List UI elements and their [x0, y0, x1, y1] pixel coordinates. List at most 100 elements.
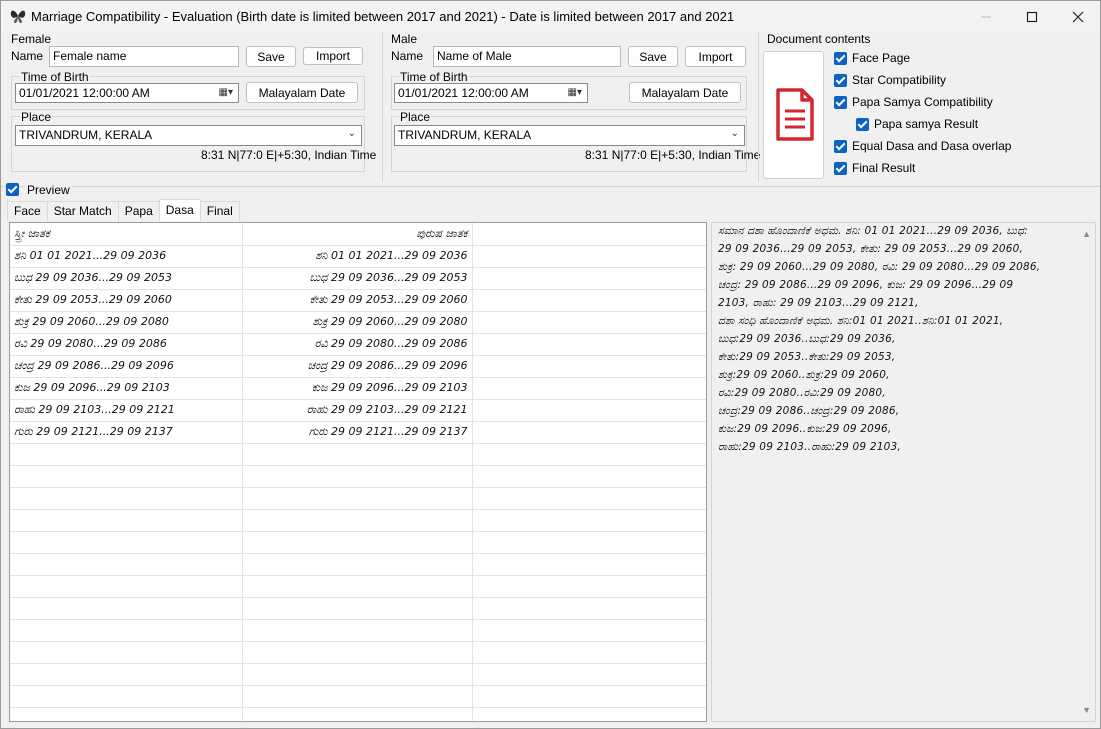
report-line: ಸಮಾನ ದಶಾ ಹೊಂದಾಣಿಕೆ ಅಧಮ. ಶನಿ: 01 01 2021.…	[718, 225, 1028, 237]
female-tob-value: 01/01/2021 12:00:00 AM	[19, 86, 150, 100]
scroll-down-icon[interactable]: ▼	[1082, 705, 1091, 715]
empty-cell	[472, 421, 706, 444]
male-save-button[interactable]: Save	[628, 46, 678, 67]
table-row[interactable]: ಶುಕ್ರ 29 09 2060...29 09 2080 ಶುಕ್ರ 29 09…	[10, 311, 706, 334]
calendar-dropdown-icon[interactable]: ▦▾	[568, 87, 582, 98]
male-coordinates: 8:31 N|77:0 E|+5:30, Indian Time	[585, 148, 761, 162]
calendar-dropdown-icon[interactable]: ▦▾	[219, 87, 233, 98]
female-dasa-cell: ಬುಧ 29 09 2036...29 09 2053	[10, 267, 243, 290]
male-dasa-cell: ಕುಜ 29 09 2096...29 09 2103	[242, 377, 473, 400]
female-name-label: Name	[11, 49, 44, 63]
star-compatibility-label: Star Compatibility	[852, 73, 947, 87]
male-tob-picker[interactable]: 01/01/2021 12:00:00 AM ▦▾	[394, 83, 588, 103]
table-row[interactable]: ಚಂದ್ರ 29 09 2086...29 09 2096 ಚಂದ್ರ 29 09…	[10, 355, 706, 378]
male-place-label: Place	[399, 110, 432, 124]
table-row[interactable]: ಕುಜ 29 09 2096...29 09 2103 ಕುಜ 29 09 209…	[10, 377, 706, 400]
table-row[interactable]	[10, 531, 706, 554]
close-icon	[1072, 11, 1084, 22]
preview-checkbox[interactable]	[6, 183, 19, 196]
male-place-select[interactable]: TRIVANDRUM, KERALA ⌄	[394, 125, 745, 146]
maximize-button[interactable]	[1009, 1, 1055, 32]
female-dasa-cell: ಗುರು 29 09 2121...29 09 2137	[10, 421, 243, 444]
table-row[interactable]: ರವಿ 29 09 2080...29 09 2086 ರವಿ 29 09 208…	[10, 333, 706, 356]
report-line: ರವಿ:29 09 2080..ರವಿ:29 09 2080,	[718, 387, 886, 399]
female-tob-label: Time of Birth	[20, 70, 90, 84]
female-tob-picker[interactable]: 01/01/2021 12:00:00 AM ▦▾	[15, 83, 239, 103]
close-button[interactable]	[1055, 1, 1101, 32]
female-group-label: Female	[11, 32, 52, 46]
table-row[interactable]	[10, 619, 706, 642]
preview-label: Preview	[25, 183, 72, 197]
male-malayalam-date-button[interactable]: Malayalam Date	[629, 82, 741, 103]
male-dasa-cell: ಗುರು 29 09 2121...29 09 2137	[242, 421, 473, 444]
table-row[interactable]	[10, 707, 706, 721]
table-row[interactable]	[10, 443, 706, 466]
table-row[interactable]	[10, 663, 706, 686]
face-page-label: Face Page	[852, 51, 911, 65]
table-row[interactable]	[10, 597, 706, 620]
table-row[interactable]: ಗುರು 29 09 2121...29 09 2137 ಗುರು 29 09 2…	[10, 421, 706, 444]
female-malayalam-date-button[interactable]: Malayalam Date	[246, 82, 358, 103]
table-row[interactable]	[10, 509, 706, 532]
empty-cell	[472, 377, 706, 400]
equal-dasa-label: Equal Dasa and Dasa overlap	[852, 139, 1012, 153]
report-line: ದಶಾ ಸಂಧಿ ಹೊಂದಾಣಿಕೆ ಅಧಮ. ಶನಿ:01 01 2021..…	[718, 315, 1004, 327]
table-row[interactable]	[10, 487, 706, 510]
document-preview-tile[interactable]	[763, 51, 824, 179]
male-chart-header: ಪುರುಷ ಜಾತಕ	[242, 223, 473, 246]
report-line: 29 09 2036...29 09 2053, ಕೇತು: 29 09 205…	[718, 243, 1024, 255]
table-row[interactable]: ಶನಿ 01 01 2021...29 09 2036 ಶನಿ 01 01 202…	[10, 245, 706, 268]
female-import-button[interactable]: Import	[303, 47, 363, 65]
empty-cell	[472, 399, 706, 422]
female-dasa-cell: ರಾಹು 29 09 2103...29 09 2121	[10, 399, 243, 422]
table-row[interactable]	[10, 641, 706, 664]
male-dasa-cell: ಶನಿ 01 01 2021...29 09 2036	[242, 245, 473, 268]
empty-cell	[472, 355, 706, 378]
dasa-grid[interactable]: ಸ್ತ್ರೀ ಜಾತಕ ಪುರುಷ ಜಾತಕ ಶನಿ 01 01 2021...…	[9, 222, 707, 722]
tab-dasa[interactable]: Dasa	[158, 199, 201, 221]
minimize-icon	[981, 16, 991, 17]
table-row[interactable]: ಕೇತು 29 09 2053...29 09 2060 ಕೇತು 29 09 2…	[10, 289, 706, 312]
dasa-report-textarea[interactable]: ಸಮಾನ ದಶಾ ಹೊಂದಾಣಿಕೆ ಅಧಮ. ಶನಿ: 01 01 2021.…	[711, 222, 1096, 722]
chevron-down-icon: ⌄	[347, 128, 356, 139]
report-line: 2103, ರಾಹು: 29 09 2103...29 09 2121,	[718, 297, 919, 309]
face-page-checkbox[interactable]	[834, 52, 847, 65]
document-contents-label: Document contents	[767, 32, 871, 46]
table-row[interactable]	[10, 553, 706, 576]
empty-cell	[472, 245, 706, 268]
tab-papa[interactable]: Papa	[117, 201, 160, 221]
papa-samya-result-checkbox[interactable]	[856, 118, 869, 131]
male-tob-value: 01/01/2021 12:00:00 AM	[398, 86, 529, 100]
female-place-label: Place	[20, 110, 53, 124]
male-place-value: TRIVANDRUM, KERALA	[398, 128, 532, 142]
male-import-button[interactable]: Import	[685, 46, 746, 67]
table-row[interactable]	[10, 465, 706, 488]
papa-samya-compatibility-checkbox[interactable]	[834, 96, 847, 109]
empty-header	[472, 223, 706, 246]
female-dasa-cell: ಶುಕ್ರ 29 09 2060...29 09 2080	[10, 311, 243, 334]
tab-face[interactable]: Face	[7, 201, 48, 221]
table-row[interactable]	[10, 575, 706, 598]
empty-cell	[472, 333, 706, 356]
tab-star-match[interactable]: Star Match	[46, 201, 119, 221]
table-row[interactable]: ಬುಧ 29 09 2036...29 09 2053 ಬುಧ 29 09 203…	[10, 267, 706, 290]
report-line: ಕುಜ:29 09 2096..ಕುಜ:29 09 2096,	[718, 423, 892, 435]
female-dasa-cell: ಚಂದ್ರ 29 09 2086...29 09 2096	[10, 355, 243, 378]
final-result-checkbox[interactable]	[834, 162, 847, 175]
table-row[interactable]: ರಾಹು 29 09 2103...29 09 2121 ರಾಹು 29 09 2…	[10, 399, 706, 422]
table-row[interactable]	[10, 685, 706, 708]
tab-final[interactable]: Final	[199, 201, 240, 221]
scroll-up-icon[interactable]: ▲	[1082, 229, 1091, 239]
male-name-input[interactable]: Name of Male	[433, 46, 621, 67]
tab-bar: Face Star Match Papa Dasa Final	[7, 199, 240, 221]
minimize-button[interactable]	[963, 1, 1009, 32]
report-line: ಚಂದ್ರ: 29 09 2086...29 09 2096, ಕುಜ: 29 …	[718, 279, 1014, 291]
female-place-select[interactable]: TRIVANDRUM, KERALA ⌄	[15, 125, 362, 146]
star-compatibility-checkbox[interactable]	[834, 74, 847, 87]
male-dasa-cell: ಬುಧ 29 09 2036...29 09 2053	[242, 267, 473, 290]
female-dasa-cell: ರವಿ 29 09 2080...29 09 2086	[10, 333, 243, 356]
female-name-input[interactable]: Female name	[49, 46, 239, 67]
female-chart-header: ಸ್ತ್ರೀ ಜಾತಕ	[10, 223, 243, 246]
female-save-button[interactable]: Save	[246, 46, 296, 67]
equal-dasa-checkbox[interactable]	[834, 140, 847, 153]
